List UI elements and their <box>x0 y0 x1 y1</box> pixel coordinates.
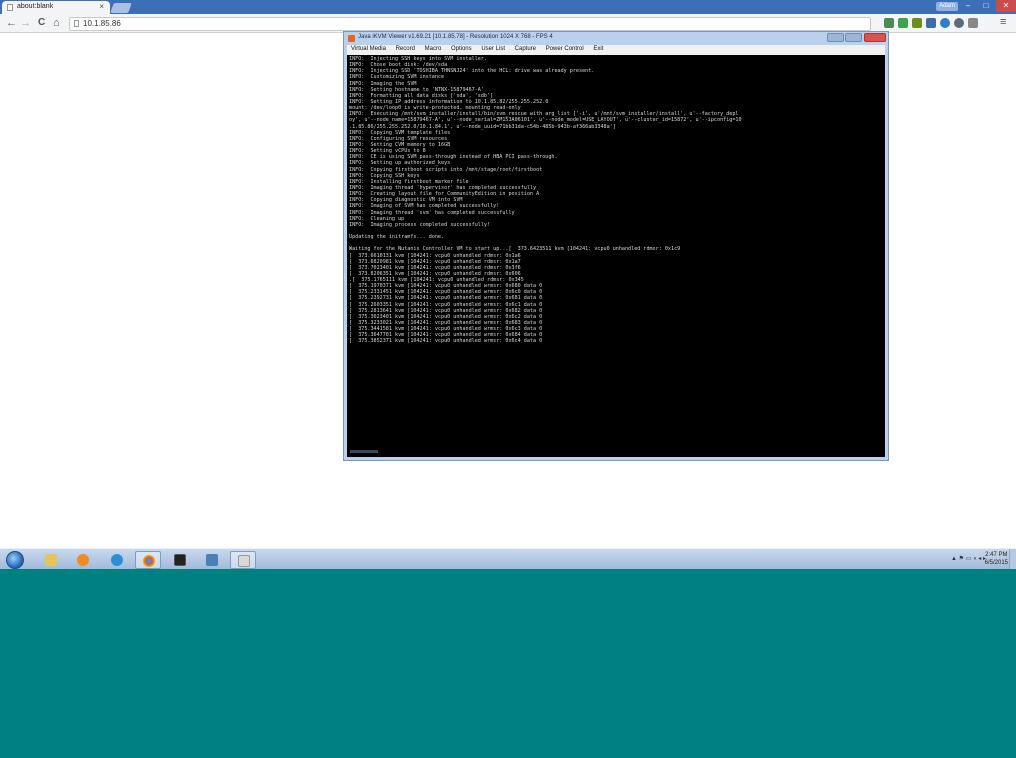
menu-capture[interactable]: Capture <box>515 46 536 52</box>
clock-time: 2:47 PM <box>985 552 1008 558</box>
tab-close-icon[interactable]: × <box>99 2 104 11</box>
extension-icon[interactable] <box>898 18 908 28</box>
menu-macro[interactable]: Macro <box>425 46 442 52</box>
kvm-status-indicator <box>350 450 378 453</box>
forward-icon[interactable]: → <box>20 17 31 29</box>
browser-tab[interactable]: about:blank × <box>2 1 110 14</box>
terminal-icon[interactable] <box>167 551 193 569</box>
extension-icon[interactable] <box>912 18 922 28</box>
java-kvm-icon[interactable] <box>230 551 256 569</box>
kvm-minimize-button[interactable] <box>827 33 844 42</box>
extension-icon[interactable] <box>968 18 978 28</box>
google-chrome-icon[interactable] <box>135 551 161 569</box>
show-desktop-button[interactable] <box>1009 549 1016 569</box>
maximize-button[interactable]: □ <box>978 0 994 12</box>
system-tray[interactable]: ▲ ⚑ ▭ ◖ ◂ ▸ <box>951 555 986 562</box>
console-output: INFO: Injecting SSH keys into SVM instal… <box>349 56 742 345</box>
clock-date: 6/5/2015 <box>984 560 1008 566</box>
kvm-menu-bar: Virtual Media Record Macro Options User … <box>347 45 885 55</box>
page-icon <box>7 4 13 11</box>
kvm-window-title: Java iKVM Viewer v1.69.21 [10.1.85.78] -… <box>358 34 553 40</box>
internet-explorer-icon[interactable] <box>104 551 130 569</box>
kvm-maximize-button[interactable] <box>845 33 862 42</box>
browser-tab-strip: about:blank × Adam – □ ✕ <box>0 0 1016 14</box>
profile-button[interactable]: Adam <box>936 2 958 11</box>
taskbar: ▲ ⚑ ▭ ◖ ◂ ▸ 2:47 PM 6/5/2015 <box>0 548 1016 569</box>
tab-title: about:blank <box>17 3 54 10</box>
menu-user-list[interactable]: User List <box>481 46 505 52</box>
kvm-title-bar[interactable]: Java iKVM Viewer v1.69.21 [10.1.85.78] -… <box>344 32 888 45</box>
extension-icon[interactable] <box>884 18 894 28</box>
clock[interactable]: 2:47 PM 6/5/2015 <box>985 551 1008 567</box>
home-icon[interactable]: ⌂ <box>53 17 60 29</box>
extension-icon[interactable] <box>926 18 936 28</box>
media-player-icon[interactable] <box>70 551 96 569</box>
menu-options[interactable]: Options <box>451 46 472 52</box>
extension-icon[interactable] <box>940 18 950 28</box>
address-bar[interactable]: 10.1.85.86 <box>69 17 871 31</box>
extension-icon[interactable] <box>954 18 964 28</box>
minimize-button[interactable]: – <box>960 0 976 12</box>
menu-virtual-media[interactable]: Virtual Media <box>351 46 386 52</box>
reload-icon[interactable]: C <box>38 17 45 29</box>
menu-power-control[interactable]: Power Control <box>546 46 584 52</box>
remote-desktop-screen: about:blank × Adam – □ ✕ ← → C ⌂ 10.1.85… <box>0 0 1016 569</box>
java-icon <box>348 35 355 42</box>
kvm-viewer-window: Java iKVM Viewer v1.69.21 [10.1.85.78] -… <box>343 31 889 461</box>
menu-exit[interactable]: Exit <box>593 46 603 52</box>
remote-desktop-icon[interactable] <box>199 551 225 569</box>
new-tab-button[interactable] <box>110 3 132 13</box>
windows-explorer-icon[interactable] <box>38 551 64 569</box>
start-button[interactable] <box>6 551 24 569</box>
menu-record[interactable]: Record <box>396 46 415 52</box>
back-icon[interactable]: ← <box>6 17 17 29</box>
menu-icon[interactable]: ≡ <box>1000 16 1006 28</box>
page-icon <box>74 20 79 27</box>
kvm-console[interactable]: INFO: Injecting SSH keys into SVM instal… <box>347 55 885 457</box>
address-url: 10.1.85.86 <box>83 19 121 28</box>
close-window-button[interactable]: ✕ <box>996 0 1016 12</box>
kvm-close-button[interactable] <box>864 33 886 42</box>
